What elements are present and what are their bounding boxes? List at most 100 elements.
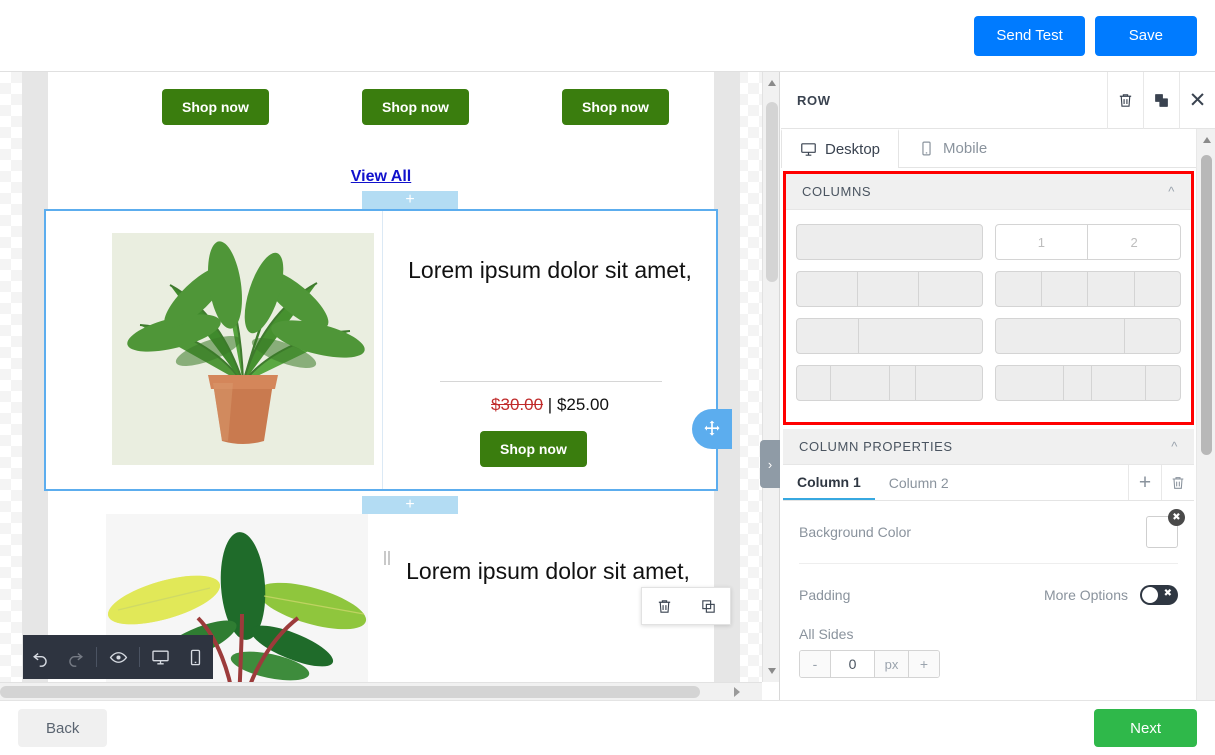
canvas-vscroll-up-icon[interactable] xyxy=(768,80,776,86)
column-layout-option-2[interactable]: 12 xyxy=(994,224,1181,260)
layout-cell xyxy=(1125,319,1180,353)
back-button[interactable]: Back xyxy=(18,709,108,747)
desktop-view-button[interactable] xyxy=(143,648,178,667)
close-icon: ✕ xyxy=(1188,88,1207,112)
columns-section: COLUMNS ^ 12 xyxy=(783,171,1194,425)
undo-icon xyxy=(33,652,47,667)
insert-row-above-button[interactable]: + xyxy=(362,191,458,209)
panel-collapse-toggle[interactable]: › xyxy=(760,440,780,488)
column-layout-option-7[interactable] xyxy=(796,365,983,401)
next-button[interactable]: Next xyxy=(1094,709,1197,747)
padding-increase-button[interactable]: + xyxy=(909,651,939,677)
view-all-container: View All xyxy=(48,168,714,186)
layout-cell xyxy=(858,272,920,306)
canvas-hscroll-thumb[interactable] xyxy=(0,686,700,698)
mobile-view-button[interactable] xyxy=(178,648,213,667)
canvas-vertical-scrollbar[interactable] xyxy=(762,72,779,682)
redo-button[interactable] xyxy=(58,648,93,667)
send-test-button[interactable]: Send Test xyxy=(974,15,1085,56)
add-column-button[interactable]: + xyxy=(1128,465,1161,500)
layout-cell: 2 xyxy=(1130,234,1138,250)
tab-mobile[interactable]: Mobile xyxy=(899,129,1006,167)
clear-background-color-icon[interactable]: ✖ xyxy=(1168,509,1185,526)
properties-panel: ROW ✕ Desktop Mobile COLUMNS ^ 1 2 COLUM… xyxy=(781,71,1215,700)
layout-cell xyxy=(916,366,981,400)
selected-row[interactable]: Lorem ipsum dolor sit amet, $30.00 | $25… xyxy=(44,209,718,491)
product-title-2[interactable]: Lorem ipsum dolor sit amet, xyxy=(382,556,714,587)
panel-close-button[interactable]: ✕ xyxy=(1179,71,1215,129)
canvas-vscroll-down-icon[interactable] xyxy=(768,668,776,674)
undo-button[interactable] xyxy=(23,648,58,667)
delete-column-button[interactable] xyxy=(1161,465,1194,500)
padding-stepper: - 0 px + xyxy=(799,650,940,678)
chevron-up-icon[interactable]: ^ xyxy=(1168,184,1175,199)
row-column-1[interactable] xyxy=(46,211,383,489)
trash-icon[interactable] xyxy=(656,598,673,615)
shop-now-button-1[interactable]: Shop now xyxy=(162,89,269,125)
layout-cell xyxy=(797,366,831,400)
insert-row-below-button[interactable]: + xyxy=(362,496,458,514)
product-title-1[interactable]: Lorem ipsum dolor sit amet, xyxy=(384,255,716,286)
panel-delete-button[interactable] xyxy=(1107,71,1143,129)
column-layout-option-4[interactable] xyxy=(994,271,1181,307)
row-column-2[interactable]: Lorem ipsum dolor sit amet, $30.00 | $25… xyxy=(384,211,716,489)
canvas-hscroll-arrow-icon[interactable] xyxy=(734,687,740,697)
view-all-link[interactable]: View All xyxy=(351,168,411,185)
grip-line xyxy=(388,551,390,565)
element-actions-popover xyxy=(641,587,731,625)
padding-decrease-button[interactable]: - xyxy=(800,651,830,677)
duplicate-icon[interactable] xyxy=(700,598,717,615)
more-options-toggle[interactable]: ✖ xyxy=(1140,585,1178,605)
column-layout-option-5[interactable] xyxy=(796,318,983,354)
padding-row: Padding More Options ✖ xyxy=(783,564,1194,626)
column-layout-option-8[interactable] xyxy=(994,365,1181,401)
canvas-horizontal-scrollbar[interactable] xyxy=(0,682,762,700)
column-properties-title: COLUMN PROPERTIES xyxy=(799,439,953,454)
toolbar-divider xyxy=(138,647,140,667)
panel-vertical-scrollbar[interactable] xyxy=(1196,129,1215,700)
move-arrows-icon xyxy=(704,420,720,436)
layout-cell xyxy=(996,366,1064,400)
product-price-1[interactable]: $30.00 | $25.00 xyxy=(384,395,716,415)
tab-column-1[interactable]: Column 1 xyxy=(783,465,875,500)
chevron-up-icon[interactable]: ^ xyxy=(1171,439,1178,454)
column-tabs: Column 1 Column 2 + xyxy=(783,465,1194,501)
canvas-vscroll-thumb[interactable] xyxy=(766,102,778,282)
padding-value-input[interactable]: 0 xyxy=(830,651,875,677)
column-layout-option-1[interactable] xyxy=(796,224,983,260)
padding-unit-label: px xyxy=(875,651,909,677)
preview-button[interactable] xyxy=(100,648,135,667)
background-color-row: Background Color ✖ xyxy=(783,501,1194,563)
column-properties-header[interactable]: COLUMN PROPERTIES ^ xyxy=(783,429,1194,465)
product-shop-now-button-1[interactable]: Shop now xyxy=(480,431,587,467)
panel-scroll-up-icon[interactable] xyxy=(1203,137,1211,143)
panel-scroll-thumb[interactable] xyxy=(1201,155,1212,455)
column-layout-option-6[interactable] xyxy=(994,318,1181,354)
padding-label: Padding xyxy=(799,587,851,603)
shop-now-button-3[interactable]: Shop now xyxy=(562,89,669,125)
panel-duplicate-button[interactable] xyxy=(1143,71,1179,129)
product-new-price-1: $25.00 xyxy=(556,395,609,414)
shop-now-button-2[interactable]: Shop now xyxy=(362,89,469,125)
columns-section-title: COLUMNS xyxy=(802,184,872,199)
tab-desktop-label: Desktop xyxy=(825,141,881,158)
panel-header: ROW ✕ xyxy=(781,71,1215,129)
tab-desktop[interactable]: Desktop xyxy=(781,129,900,168)
tab-column-2[interactable]: Column 2 xyxy=(875,465,963,500)
email-canvas[interactable]: Shop now Shop now Shop now View All + Lo… xyxy=(0,72,780,700)
columns-section-header[interactable]: COLUMNS ^ xyxy=(786,174,1191,210)
eye-icon xyxy=(109,651,127,663)
toggle-off-mark: ✖ xyxy=(1163,588,1172,599)
column-resize-handle[interactable] xyxy=(378,550,396,566)
column-layout-option-3[interactable] xyxy=(796,271,983,307)
row-drag-move-handle[interactable] xyxy=(692,409,732,449)
save-button[interactable]: Save xyxy=(1094,15,1197,56)
grip-line xyxy=(384,551,386,565)
product-image-1[interactable] xyxy=(112,233,374,465)
all-sides-label: All Sides xyxy=(799,626,854,642)
bottom-navigation-bar: Back Next xyxy=(0,700,1215,755)
layout-cell xyxy=(1092,366,1146,400)
layout-cell xyxy=(797,319,859,353)
top-toolbar: Send Test Save xyxy=(0,0,1215,72)
layout-cell xyxy=(890,366,917,400)
